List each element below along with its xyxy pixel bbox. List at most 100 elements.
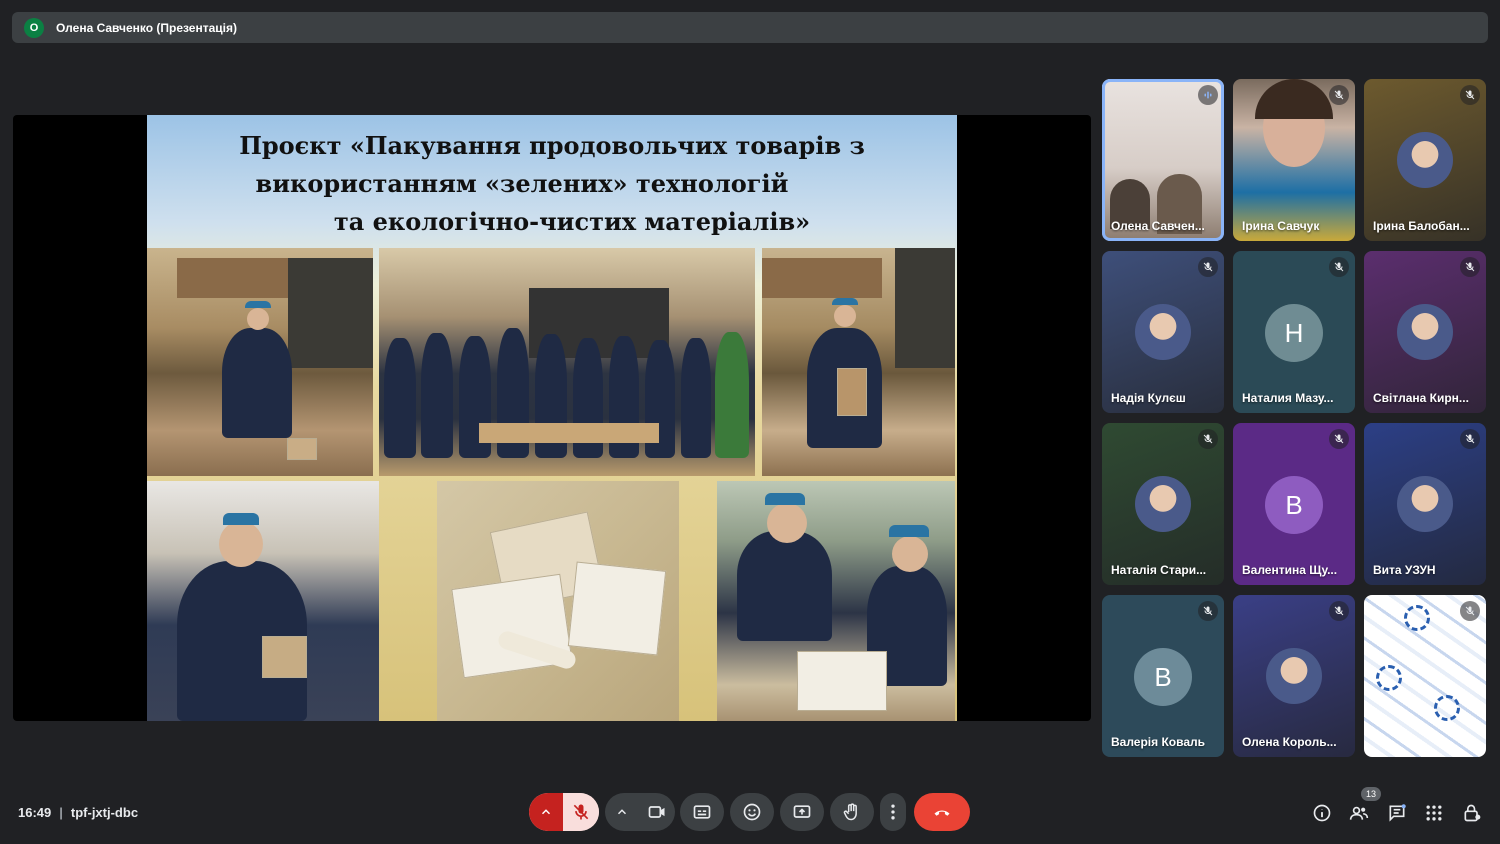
hand-icon xyxy=(843,803,857,821)
participant-initial: Н xyxy=(1265,304,1323,362)
slide-photo-teacher-right xyxy=(762,248,955,476)
participant-name: Олена Король... xyxy=(1242,735,1337,749)
participant-name: Валентина Щу... xyxy=(1242,563,1338,577)
participant-tile[interactable]: В Валентина Щу... xyxy=(1233,423,1355,585)
slide-photo-two-students xyxy=(717,481,955,721)
clock-time: 16:49 xyxy=(18,805,52,820)
mic-toggle-button[interactable] xyxy=(563,793,599,831)
raise-hand-button[interactable] xyxy=(830,793,874,831)
slide-title: Проєкт «Пакування продовольчих товарів з… xyxy=(147,127,957,241)
camera-options-button[interactable] xyxy=(605,793,639,831)
logo-mark xyxy=(1404,605,1430,631)
mic-off-icon xyxy=(1198,257,1218,277)
captions-button[interactable] xyxy=(680,793,724,831)
chevron-up-icon xyxy=(617,809,627,815)
activities-button[interactable] xyxy=(1421,800,1447,826)
more-vert-icon xyxy=(891,804,895,820)
slide-title-line-1: Проєкт «Пакування продовольчих товарів з xyxy=(239,131,865,160)
camera-toggle-button[interactable] xyxy=(639,793,675,831)
presenter-label: Олена Савченко (Презентація) xyxy=(56,20,237,35)
participant-name: Олена Савчен... xyxy=(1111,219,1205,233)
mic-off-icon xyxy=(1329,601,1349,621)
presenter-avatar: O xyxy=(24,17,44,38)
participant-tile[interactable]: В Валерія Коваль xyxy=(1102,595,1224,757)
participant-name: Ірина Балобан... xyxy=(1373,219,1470,233)
participant-name: Світлана Кирн... xyxy=(1373,391,1469,405)
meeting-code: tpf-jxtj-dbc xyxy=(70,805,139,820)
logo-mark xyxy=(1376,665,1402,691)
mic-off-icon xyxy=(1460,601,1480,621)
avatar xyxy=(1135,304,1191,360)
mic-off-icon xyxy=(1460,257,1480,277)
participant-tile[interactable]: Надія Кулєш xyxy=(1102,251,1224,413)
mic-off-icon xyxy=(1460,429,1480,449)
participant-name: Наталія Стари... xyxy=(1111,563,1207,577)
captions-icon xyxy=(693,805,711,819)
participant-tile[interactable]: Світлана Кирн... xyxy=(1364,251,1486,413)
participant-tile[interactable]: Вита УЗУН xyxy=(1364,423,1486,585)
slide-photo-group xyxy=(379,248,755,476)
bottom-toolbar: 16:49 | tpf-jxtj-dbc xyxy=(0,778,1500,844)
present-icon xyxy=(793,805,811,818)
avatar xyxy=(1397,132,1453,188)
participant-tile[interactable] xyxy=(1364,595,1486,757)
participant-name: Наталия Мазу... xyxy=(1242,391,1334,405)
video-person xyxy=(1255,79,1333,119)
participant-name: Вита УЗУН xyxy=(1373,563,1436,577)
slide-photo-teacher-left xyxy=(147,248,373,476)
avatar xyxy=(1397,304,1453,360)
camera-control-group xyxy=(605,793,675,831)
participant-name: Надія Кулєш xyxy=(1111,391,1186,405)
presentation-stage: Проєкт «Пакування продовольчих товарів з… xyxy=(13,115,1091,721)
meeting-details-button[interactable] xyxy=(1309,800,1335,826)
presentation-bar: O Олена Савченко (Презентація) xyxy=(12,12,1488,43)
separator: | xyxy=(59,805,63,820)
meeting-info: 16:49 | tpf-jxtj-dbc xyxy=(18,805,138,820)
chevron-up-icon xyxy=(541,809,551,815)
camera-icon xyxy=(648,806,665,818)
participants-count-badge: 13 xyxy=(1361,787,1381,801)
chat-icon xyxy=(1389,804,1406,822)
more-options-button[interactable] xyxy=(880,793,906,831)
mic-off-icon xyxy=(1198,429,1218,449)
participant-tile[interactable]: Ірина Савчук xyxy=(1233,79,1355,241)
participant-tile[interactable]: Олена Король... xyxy=(1233,595,1355,757)
reactions-button[interactable] xyxy=(730,793,774,831)
slide-photo-student-box xyxy=(147,481,379,721)
participant-tile[interactable]: Ірина Балобан... xyxy=(1364,79,1486,241)
hang-up-icon xyxy=(934,810,950,816)
mic-off-icon xyxy=(573,804,589,820)
slide: Проєкт «Пакування продовольчих товарів з… xyxy=(147,115,957,721)
apps-grid-icon xyxy=(1426,805,1442,821)
slide-title-line-3: та екологічно-чистих матеріалів» xyxy=(333,207,811,236)
participant-name: Валерія Коваль xyxy=(1111,735,1206,749)
leave-call-button[interactable] xyxy=(914,793,970,831)
participant-initial: В xyxy=(1265,476,1323,534)
participant-tile[interactable]: Наталія Стари... xyxy=(1102,423,1224,585)
participant-initial: В xyxy=(1134,648,1192,706)
participant-tile[interactable]: Н Наталия Мазу... xyxy=(1233,251,1355,413)
slide-title-line-2: використанням «зелених» технологій xyxy=(255,169,789,198)
speaking-icon xyxy=(1198,85,1218,105)
avatar xyxy=(1135,476,1191,532)
chat-button[interactable] xyxy=(1384,800,1410,826)
people-button[interactable] xyxy=(1346,800,1372,826)
mic-off-icon xyxy=(1329,257,1349,277)
present-screen-button[interactable] xyxy=(780,793,824,831)
lock-person-icon xyxy=(1464,804,1481,822)
participant-tile[interactable]: Олена Савчен... xyxy=(1102,79,1224,241)
participant-name: Ірина Савчук xyxy=(1242,219,1320,233)
host-controls-button[interactable] xyxy=(1459,800,1485,826)
slide-photo-gift-boxes xyxy=(437,481,679,721)
mic-off-icon xyxy=(1460,85,1480,105)
mic-off-icon xyxy=(1329,429,1349,449)
mic-control-group xyxy=(529,793,599,831)
mic-options-button[interactable] xyxy=(529,793,563,831)
logo-mark xyxy=(1434,695,1460,721)
emoji-icon xyxy=(743,803,761,821)
info-icon xyxy=(1313,804,1331,822)
mic-off-icon xyxy=(1198,601,1218,621)
people-icon xyxy=(1349,806,1369,820)
mic-off-icon xyxy=(1329,85,1349,105)
avatar xyxy=(1266,648,1322,704)
